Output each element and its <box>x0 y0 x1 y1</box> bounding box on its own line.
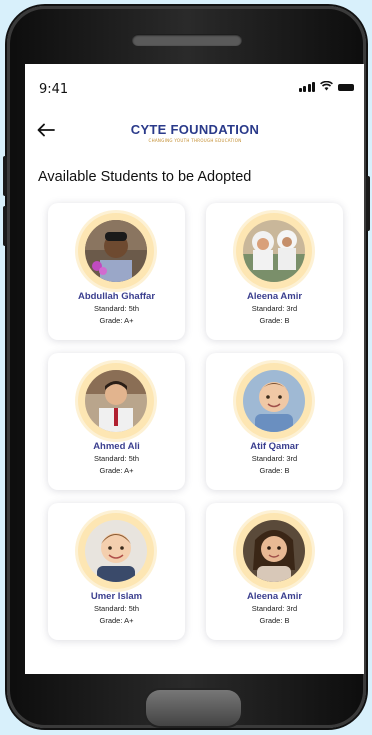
battery-icon <box>338 83 354 91</box>
student-avatar <box>85 520 147 582</box>
student-grade: Grade: B <box>259 466 290 475</box>
back-arrow-icon[interactable] <box>37 120 55 140</box>
student-standard: Standard: 5th <box>93 454 140 463</box>
student-avatar <box>243 220 305 282</box>
avatar-ring <box>78 213 154 289</box>
phone-speaker <box>132 34 242 46</box>
power-button <box>366 176 370 231</box>
status-icons <box>298 80 354 93</box>
student-standard: Standard: 5th <box>93 604 140 613</box>
avatar-ring <box>78 363 154 439</box>
student-name: Abdullah Ghaffar <box>77 291 156 302</box>
avatar-ring <box>78 513 154 589</box>
student-standard: Standard: 3rd <box>251 304 298 313</box>
student-card[interactable]: Abdullah Ghaffar Standard: 5th Grade: A+ <box>48 203 185 340</box>
student-avatar <box>85 370 147 432</box>
student-grade: Grade: A+ <box>99 316 134 325</box>
student-name: Atif Qamar <box>250 441 299 452</box>
student-card[interactable]: Aleena Amir Standard: 3rd Grade: B <box>206 203 343 340</box>
student-avatar <box>243 370 305 432</box>
student-avatar <box>243 520 305 582</box>
student-grade: Grade: B <box>259 316 290 325</box>
brand-logo: CYTE FOUNDATION CHANGING YOUTH THROUGH E… <box>129 122 261 143</box>
home-button[interactable] <box>146 690 241 726</box>
student-grade: Grade: B <box>259 616 290 625</box>
student-standard: Standard: 5th <box>93 304 140 313</box>
student-standard: Standard: 3rd <box>251 604 298 613</box>
student-name: Aleena Amir <box>246 591 303 602</box>
student-card[interactable]: Atif Qamar Standard: 3rd Grade: B <box>206 353 343 490</box>
brand-tagline: CHANGING YOUTH THROUGH EDUCATION <box>148 138 242 143</box>
student-name: Ahmed Ali <box>93 441 140 452</box>
student-card[interactable]: Ahmed Ali Standard: 5th Grade: A+ <box>48 353 185 490</box>
volume-up-button <box>3 156 7 196</box>
avatar-ring <box>236 363 312 439</box>
avatar-ring <box>236 213 312 289</box>
status-time: 9:41 <box>39 82 69 97</box>
wifi-icon <box>320 80 333 93</box>
avatar-ring <box>236 513 312 589</box>
student-grade: Grade: A+ <box>99 466 134 475</box>
student-card[interactable]: Umer Islam Standard: 5th Grade: A+ <box>48 503 185 640</box>
student-card[interactable]: Aleena Amir Standard: 3rd Grade: B <box>206 503 343 640</box>
signal-icon <box>298 82 315 92</box>
brand-title: CYTE FOUNDATION <box>130 122 260 137</box>
student-standard: Standard: 3rd <box>251 454 298 463</box>
student-avatar <box>85 220 147 282</box>
student-name: Aleena Amir <box>246 291 303 302</box>
student-grade: Grade: A+ <box>99 616 134 625</box>
student-name: Umer Islam <box>90 591 143 602</box>
volume-down-button <box>3 206 7 246</box>
page-title: Available Students to be Adopted <box>38 169 252 185</box>
